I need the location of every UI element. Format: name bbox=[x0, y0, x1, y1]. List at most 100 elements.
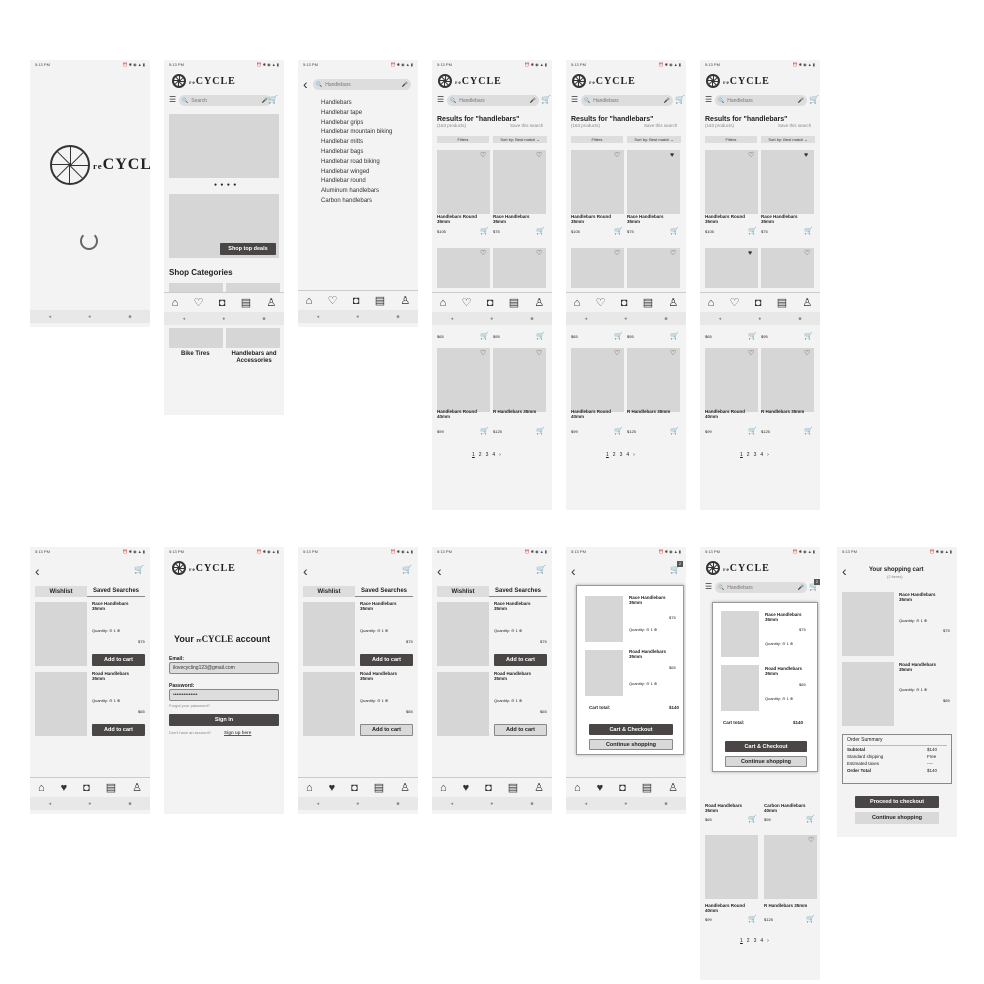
product-image[interactable] bbox=[761, 348, 814, 412]
sort-dropdown[interactable]: Sort by: Best match ⌄ bbox=[493, 136, 547, 143]
mic-icon[interactable]: 🎤 bbox=[402, 82, 408, 88]
shop-deals-button[interactable]: Shop top deals bbox=[220, 243, 276, 255]
product-image[interactable] bbox=[35, 672, 87, 736]
page-link[interactable]: 4 bbox=[626, 452, 629, 458]
heart-icon[interactable]: ♥ bbox=[804, 152, 808, 159]
category-image[interactable] bbox=[226, 328, 280, 348]
product-image[interactable] bbox=[493, 150, 546, 214]
heart-icon[interactable]: ♡ bbox=[480, 152, 486, 159]
tab-saved-searches[interactable]: Saved Searches bbox=[489, 586, 547, 597]
suggestion-item[interactable]: Handlebar tape bbox=[321, 109, 392, 119]
product-image[interactable] bbox=[303, 672, 355, 736]
sys-recent-icon[interactable]: ■ bbox=[798, 316, 801, 322]
page-link[interactable]: 1 bbox=[472, 452, 475, 458]
add-to-cart-icon[interactable]: 🛒 bbox=[806, 816, 815, 823]
add-to-cart-icon[interactable]: 🛒 bbox=[480, 333, 489, 340]
sys-recent-icon[interactable]: ■ bbox=[128, 314, 131, 320]
add-to-cart-icon[interactable]: 🛒 bbox=[748, 816, 757, 823]
product-image[interactable] bbox=[764, 835, 817, 899]
proceed-checkout-button[interactable]: Proceed to checkout bbox=[855, 796, 939, 808]
heart-icon[interactable]: ♡ bbox=[748, 350, 754, 357]
add-to-cart-icon[interactable]: 🛒 bbox=[748, 333, 757, 340]
home-icon[interactable]: ⌂ bbox=[306, 295, 313, 307]
sys-back-icon[interactable]: ◂ bbox=[317, 314, 320, 320]
cart-icon[interactable]: 🛒 bbox=[134, 566, 144, 574]
suggestion-item[interactable]: Handlebar mountain biking bbox=[321, 128, 392, 138]
add-to-cart-icon[interactable]: 🛒 bbox=[614, 228, 623, 235]
back-arrow-icon[interactable]: ‹ bbox=[842, 564, 847, 578]
product-image[interactable] bbox=[842, 662, 894, 726]
cart-icon[interactable]: 🛒 bbox=[809, 96, 819, 104]
add-to-cart-icon[interactable]: 🛒 bbox=[670, 428, 679, 435]
category-handlebars[interactable]: Handlebars and Accessories bbox=[226, 351, 282, 364]
home-icon[interactable]: ⌂ bbox=[440, 782, 447, 794]
user-icon[interactable]: ♙ bbox=[534, 296, 544, 309]
heart-icon[interactable]: ♡ bbox=[194, 296, 204, 309]
cart-icon[interactable]: 🛒 bbox=[670, 566, 680, 574]
quantity-stepper[interactable]: Quantity: ⊖ 1 ⊕ bbox=[765, 696, 793, 701]
add-to-cart-icon[interactable]: 🛒 bbox=[480, 228, 489, 235]
tab-wishlist[interactable]: Wishlist bbox=[437, 586, 489, 597]
product-image[interactable] bbox=[585, 596, 623, 642]
search-input[interactable]: 🔍 Search 🎤 bbox=[179, 95, 271, 106]
sys-recent-icon[interactable]: ■ bbox=[396, 801, 399, 807]
mic-icon[interactable]: 🎤 bbox=[530, 98, 536, 104]
password-field[interactable]: •••••••••••••• bbox=[169, 689, 279, 701]
heart-icon[interactable]: ♡ bbox=[748, 152, 754, 159]
chat-icon[interactable]: ▤ bbox=[241, 296, 251, 309]
chat-icon[interactable]: ▤ bbox=[642, 781, 652, 794]
quantity-stepper[interactable]: Quantity: ⊖ 1 ⊕ bbox=[360, 628, 388, 633]
heart-icon[interactable]: ♡ bbox=[804, 250, 810, 257]
filters-button[interactable]: Filters bbox=[571, 136, 623, 143]
page-link[interactable]: 2 bbox=[479, 452, 482, 458]
page-link[interactable]: 1 bbox=[740, 452, 743, 458]
search-input[interactable]: 🔍 Handlebars 🎤 bbox=[313, 79, 411, 90]
cart-icon[interactable]: 🛒 bbox=[268, 96, 278, 104]
category-bike-tires[interactable]: Bike Tires bbox=[181, 351, 210, 358]
filters-button[interactable]: Filters bbox=[705, 136, 757, 143]
heart-icon[interactable]: ♡ bbox=[804, 350, 810, 357]
add-to-cart-button[interactable]: Add to cart bbox=[92, 724, 145, 736]
page-link[interactable]: 4 bbox=[492, 452, 495, 458]
heart-icon[interactable]: ♡ bbox=[596, 296, 606, 309]
page-link[interactable]: 2 bbox=[747, 938, 750, 944]
sys-recent-icon[interactable]: ■ bbox=[262, 316, 265, 322]
heart-icon[interactable]: ♥ bbox=[463, 782, 470, 794]
heart-icon[interactable]: ♡ bbox=[480, 250, 486, 257]
chat-icon[interactable]: ▤ bbox=[777, 296, 787, 309]
chat-icon[interactable]: ▤ bbox=[508, 781, 518, 794]
camera-icon[interactable]: ◘ bbox=[619, 782, 626, 794]
page-link[interactable]: 2 bbox=[613, 452, 616, 458]
add-to-cart-icon[interactable]: 🛒 bbox=[748, 916, 757, 923]
home-icon[interactable]: ⌂ bbox=[440, 297, 447, 309]
suggestion-item[interactable]: Carbon handlebars bbox=[321, 197, 392, 207]
sort-dropdown[interactable]: Sort by: Best match ⌄ bbox=[761, 136, 815, 143]
user-icon[interactable]: ♙ bbox=[802, 296, 812, 309]
chat-icon[interactable]: ▤ bbox=[643, 296, 653, 309]
page-link[interactable]: › bbox=[499, 452, 501, 458]
sys-back-icon[interactable]: ◂ bbox=[585, 316, 588, 322]
heart-icon[interactable]: ♡ bbox=[670, 350, 676, 357]
camera-icon[interactable]: ◘ bbox=[351, 782, 358, 794]
heart-icon[interactable]: ♡ bbox=[480, 350, 486, 357]
user-icon[interactable]: ♙ bbox=[534, 781, 544, 794]
suggestion-item[interactable]: Aluminum handlebars bbox=[321, 187, 392, 197]
home-icon[interactable]: ⌂ bbox=[172, 297, 179, 309]
heart-icon[interactable]: ♥ bbox=[670, 152, 674, 159]
user-icon[interactable]: ♙ bbox=[400, 294, 410, 307]
heart-icon[interactable]: ♡ bbox=[808, 837, 814, 844]
product-image[interactable] bbox=[842, 592, 894, 656]
page-link[interactable]: 3 bbox=[754, 938, 757, 944]
add-to-cart-icon[interactable]: 🛒 bbox=[670, 333, 679, 340]
heart-icon[interactable]: ♥ bbox=[597, 782, 604, 794]
heart-icon[interactable]: ♡ bbox=[536, 250, 542, 257]
menu-icon[interactable]: ☰ bbox=[571, 96, 578, 104]
add-to-cart-icon[interactable]: 🛒 bbox=[748, 428, 757, 435]
user-icon[interactable]: ♙ bbox=[266, 296, 276, 309]
quantity-stepper[interactable]: Quantity: ⊖ 1 ⊕ bbox=[765, 641, 793, 646]
camera-icon[interactable]: ◘ bbox=[219, 297, 226, 309]
sys-back-icon[interactable]: ◂ bbox=[49, 801, 52, 807]
product-image[interactable] bbox=[721, 611, 759, 657]
heart-icon[interactable]: ♥ bbox=[61, 782, 68, 794]
suggestion-item[interactable]: Handlebars bbox=[321, 99, 392, 109]
